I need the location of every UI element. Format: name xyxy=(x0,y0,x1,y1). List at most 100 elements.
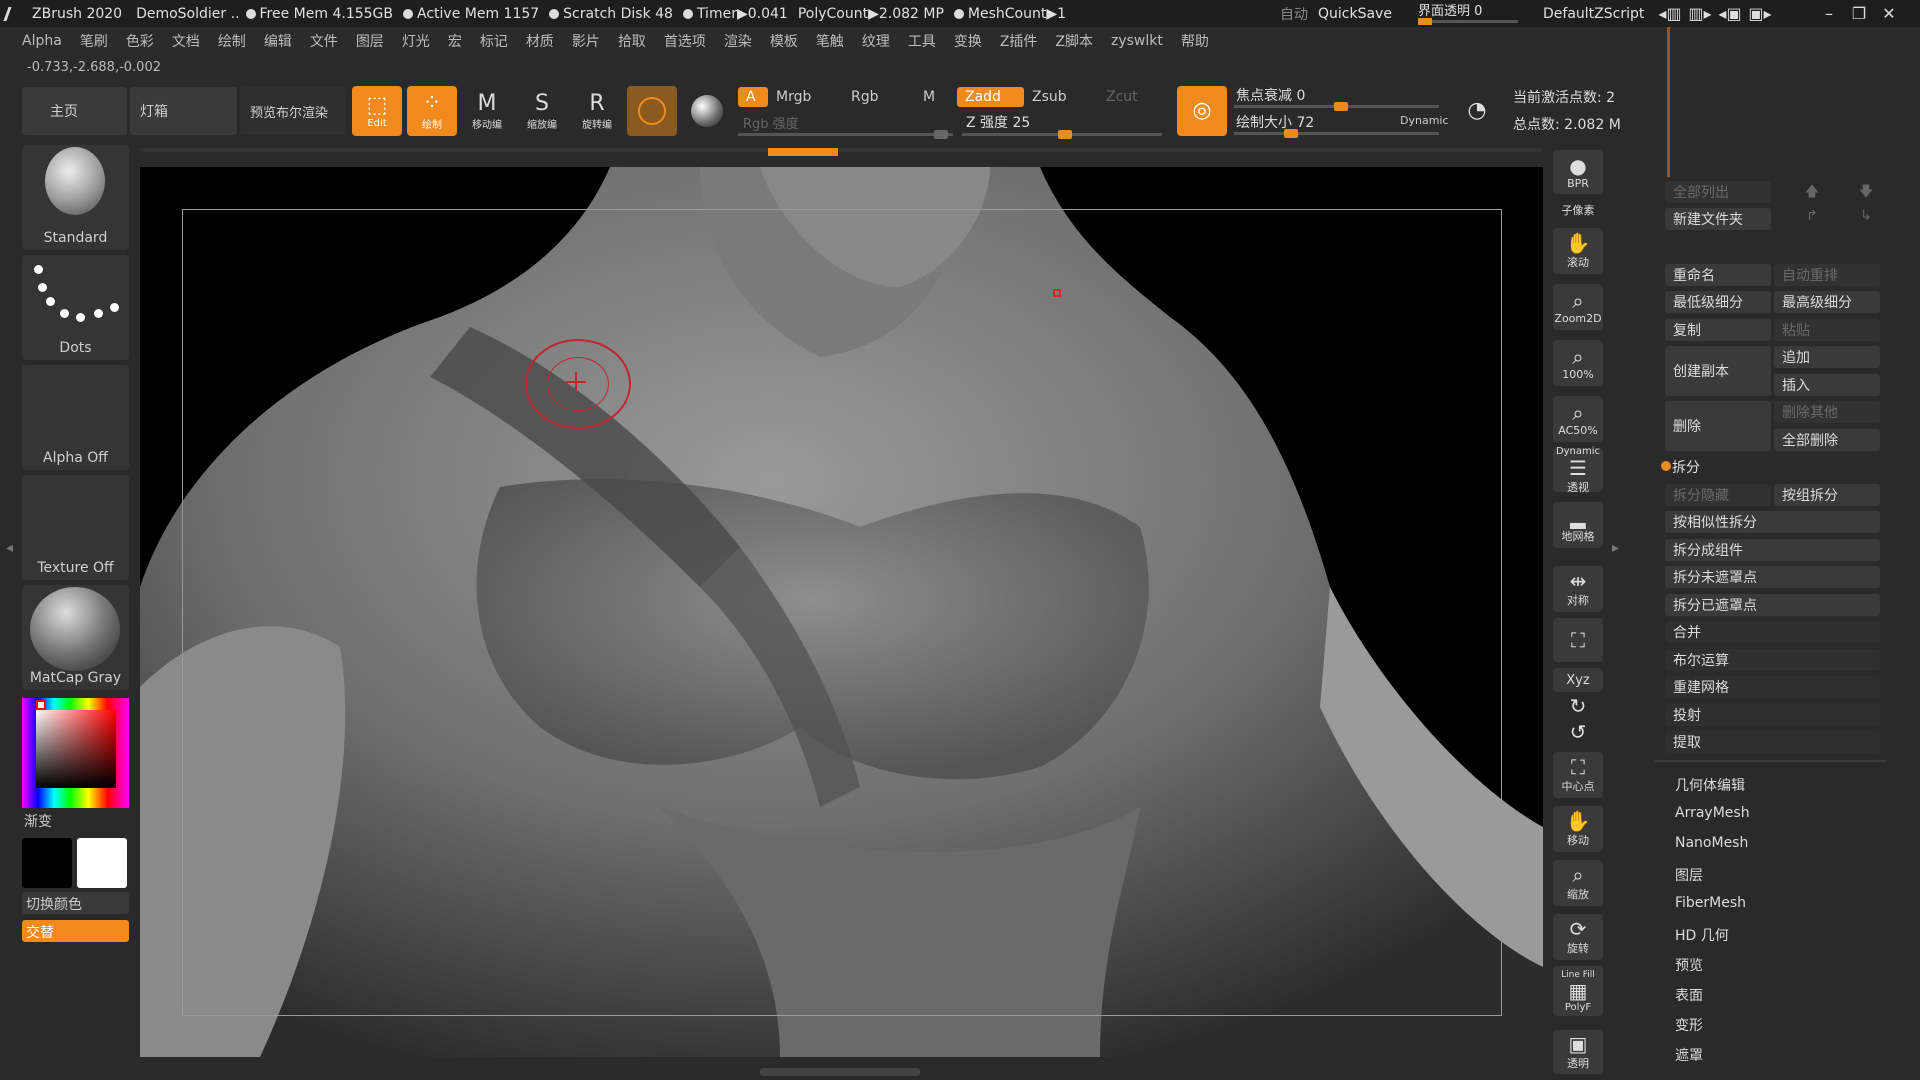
split-section-title[interactable]: 拆分 xyxy=(1672,457,1700,477)
copy-button[interactable]: 复制 xyxy=(1665,319,1771,341)
menu-texture[interactable]: 纹理 xyxy=(853,31,899,51)
menu-tool[interactable]: 工具 xyxy=(899,31,945,51)
remesh-section[interactable]: 重建网格 xyxy=(1665,676,1880,698)
hd-geometry-section[interactable]: HD 几何 xyxy=(1675,925,1729,945)
menu-zplugin[interactable]: Z插件 xyxy=(991,31,1047,51)
focal-d-button[interactable]: ◔ xyxy=(1452,86,1502,136)
arrow-bend-down-icon[interactable]: ↳ xyxy=(1860,208,1872,230)
menu-color[interactable]: 色彩 xyxy=(117,31,163,51)
delete-other-button[interactable]: 删除其他 xyxy=(1774,401,1880,423)
deformation-section[interactable]: 变形 xyxy=(1675,1015,1703,1035)
geometry-section[interactable]: 几何体编辑 xyxy=(1675,775,1745,795)
menu-preferences[interactable]: 首选项 xyxy=(655,31,715,51)
color-square[interactable] xyxy=(36,710,116,788)
rgb-toggle[interactable]: Rgb xyxy=(843,87,887,107)
paste-button[interactable]: 粘贴 xyxy=(1774,319,1880,341)
actual-size-button[interactable]: ⌕ 100% xyxy=(1553,340,1603,386)
texture-thumbnail[interactable]: Texture Off xyxy=(22,475,129,580)
alpha-thumbnail[interactable]: Alpha Off xyxy=(22,365,129,470)
layout-icon-1[interactable]: ◂▥ xyxy=(1655,4,1685,23)
split-masked-button[interactable]: 拆分已遮罩点 xyxy=(1665,594,1880,616)
material-sphere-button[interactable] xyxy=(682,86,732,136)
arrow-down-icon[interactable]: 🡇 xyxy=(1859,181,1873,203)
a-toggle[interactable]: A xyxy=(738,87,768,107)
sculptris-button[interactable] xyxy=(627,86,677,136)
menu-brush[interactable]: 笔刷 xyxy=(71,31,117,51)
merge-section[interactable]: 合并 xyxy=(1665,621,1880,643)
list-all-button[interactable]: 全部列出 xyxy=(1665,181,1771,203)
z-intensity-slider[interactable] xyxy=(962,130,1162,139)
perspective-button[interactable]: Dynamic ☰ 透视 xyxy=(1553,446,1603,494)
lightbox-button[interactable]: 灯箱 xyxy=(130,87,237,135)
zsub-toggle[interactable]: Zsub xyxy=(1024,87,1075,107)
focal-shift-knob[interactable] xyxy=(1334,102,1348,111)
project-section[interactable]: 投射 xyxy=(1665,704,1880,726)
arrow-bend-up-icon[interactable]: ↱ xyxy=(1806,208,1818,230)
arrow-up-icon[interactable]: 🡅 xyxy=(1805,181,1819,203)
quicksave-button[interactable]: QuickSave xyxy=(1318,0,1392,27)
bpr-button[interactable]: ● BPR xyxy=(1553,150,1603,194)
menu-light[interactable]: 灯光 xyxy=(393,31,439,51)
delete-button[interactable]: 删除 xyxy=(1665,401,1771,451)
menu-alpha[interactable]: Alpha xyxy=(0,33,71,49)
zoom-view-button[interactable]: ⌕ 缩放 xyxy=(1553,860,1603,906)
stroke-thumbnail[interactable]: Dots xyxy=(22,255,129,360)
focal-shift-slider[interactable] xyxy=(1234,102,1439,111)
menu-document[interactable]: 文档 xyxy=(163,31,209,51)
auto-reorder-button[interactable]: 自动重排 xyxy=(1774,264,1880,286)
switch-color-button[interactable]: 切换颜色 xyxy=(22,892,129,914)
move-view-button[interactable]: ✋ 移动 xyxy=(1553,806,1603,852)
new-folder-button[interactable]: 新建文件夹 xyxy=(1665,208,1771,230)
menu-layer[interactable]: 图层 xyxy=(347,31,393,51)
local-button[interactable]: ⛶ xyxy=(1553,618,1603,662)
menu-render[interactable]: 渲染 xyxy=(715,31,761,51)
zcut-toggle[interactable]: Zcut xyxy=(1098,87,1146,107)
main-color-swatch[interactable] xyxy=(77,838,127,888)
split-similar-button[interactable]: 按相似性拆分 xyxy=(1665,511,1880,533)
z-intensity-knob[interactable] xyxy=(1058,130,1072,139)
surface-section[interactable]: 表面 xyxy=(1675,985,1703,1005)
draw-size-knob[interactable] xyxy=(1284,129,1298,138)
polyframe-button[interactable]: Line Fill ▦ PolyF xyxy=(1553,966,1603,1016)
menu-draw[interactable]: 绘制 xyxy=(209,31,255,51)
arraymesh-section[interactable]: ArrayMesh xyxy=(1675,805,1750,821)
menu-zyswlkt[interactable]: zyswlkt xyxy=(1102,33,1172,49)
split-unmasked-button[interactable]: 拆分未遮罩点 xyxy=(1665,566,1880,588)
menu-edit[interactable]: 编辑 xyxy=(255,31,301,51)
left-collapse-icon[interactable]: ◂ xyxy=(6,540,13,556)
zoom2d-button[interactable]: ⌕ Zoom2D xyxy=(1553,284,1603,330)
zadd-toggle[interactable]: Zadd xyxy=(957,87,1024,107)
duplicate-button[interactable]: 创建副本 xyxy=(1665,346,1771,396)
layout-icon-2[interactable]: ▥▸ xyxy=(1685,4,1715,23)
menu-file[interactable]: 文件 xyxy=(301,31,347,51)
bottom-shelf-handle[interactable] xyxy=(760,1068,920,1076)
ui-transparency-slider[interactable]: 界面透明 0 xyxy=(1418,0,1518,27)
rgb-intensity-slider[interactable] xyxy=(738,130,953,139)
color-cursor-icon[interactable] xyxy=(36,700,46,710)
menu-material[interactable]: 材质 xyxy=(517,31,563,51)
draw-button[interactable]: ⁘ 绘制 xyxy=(407,86,457,136)
floor-grid-button[interactable]: ▂ 地网格 xyxy=(1553,502,1603,548)
extract-section[interactable]: 提取 xyxy=(1665,731,1880,753)
focal-s-button[interactable]: ◎ xyxy=(1177,86,1227,136)
lowest-subdiv-button[interactable]: 最低级细分 xyxy=(1665,291,1771,313)
restore-icon[interactable]: ❐ xyxy=(1844,4,1874,23)
masking-section[interactable]: 遮罩 xyxy=(1675,1045,1703,1065)
menu-picker[interactable]: 拾取 xyxy=(609,31,655,51)
frame-button[interactable]: ⛶ 中心点 xyxy=(1553,752,1603,798)
rgb-intensity-knob[interactable] xyxy=(934,130,948,139)
material-thumbnail[interactable]: MatCap Gray xyxy=(22,585,129,690)
close-icon[interactable]: ✕ xyxy=(1874,4,1904,23)
brush-thumbnail[interactable]: Standard xyxy=(22,145,129,250)
mrgb-toggle[interactable]: Mrgb xyxy=(768,87,819,107)
rotate-button[interactable]: R 旋转编 xyxy=(572,86,622,136)
insert-button[interactable]: 插入 xyxy=(1774,374,1880,396)
highest-subdiv-button[interactable]: 最高级细分 xyxy=(1774,291,1880,313)
delete-all-button[interactable]: 全部删除 xyxy=(1774,429,1880,451)
canvas-viewport[interactable] xyxy=(140,167,1543,1057)
secondary-color-swatch[interactable] xyxy=(22,838,72,888)
right-collapse-icon[interactable]: ▸ xyxy=(1612,540,1619,556)
xyz-rotate-button[interactable]: Xyz xyxy=(1553,668,1603,692)
m-toggle[interactable]: M xyxy=(915,87,943,107)
layout-icon-3[interactable]: ◂▣ xyxy=(1715,4,1745,23)
